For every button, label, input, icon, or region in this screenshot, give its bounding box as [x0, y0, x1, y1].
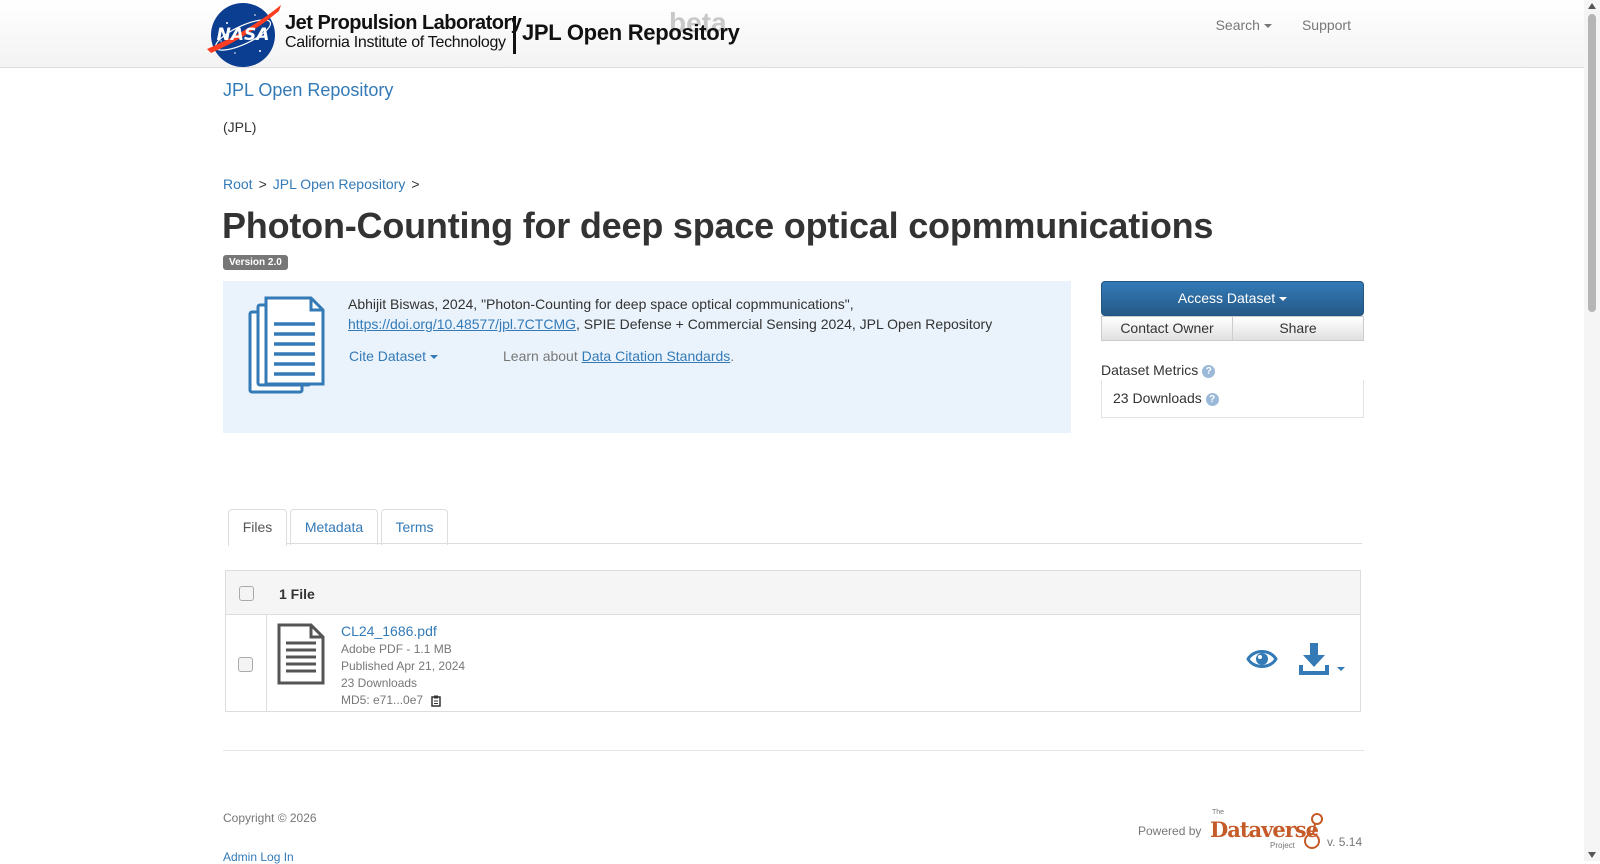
repo-name: JPL Open Repository [522, 20, 740, 45]
navbar: NASA Jet Propulsion Laboratory Californi… [0, 0, 1584, 68]
chevron-down-icon [1279, 297, 1288, 302]
logo-line2: California Institute of Technology [285, 34, 506, 51]
logo-divider [513, 16, 516, 54]
help-icon[interactable]: ? [1205, 392, 1219, 406]
files-table: 1 File CL24_1686.pdf Adobe PDF - 1.1 MB … [225, 570, 1361, 712]
select-all-checkbox[interactable] [239, 586, 254, 601]
nasa-meatball-icon: NASA [207, 3, 281, 67]
jpl-wordmark: Jet Propulsion Laboratory California Ins… [285, 12, 522, 52]
dataverse-logo-project: Project [1270, 841, 1295, 850]
tab-files[interactable]: Files [228, 509, 287, 546]
data-citation-standards-link[interactable]: Data Citation Standards [582, 348, 731, 364]
doi-link[interactable]: https://doi.org/10.48577/jpl.7CTCMG [348, 316, 576, 332]
app-version: v. 5.14 [1327, 835, 1363, 849]
citation-text: Abhijit Biswas, 2024, "Photon-Counting f… [348, 294, 1058, 334]
citation-suffix: , SPIE Defense + Commercial Sensing 2024… [576, 316, 993, 332]
cite-dataset-label: Cite Dataset [349, 348, 427, 364]
downloads-count: 23 Downloads [1113, 390, 1202, 406]
cite-dataset-button[interactable]: Cite Dataset [349, 348, 439, 364]
file-info: CL24_1686.pdf Adobe PDF - 1.1 MB Publish… [341, 621, 465, 709]
chevron-down-icon[interactable] [1337, 667, 1345, 671]
footer-divider [223, 750, 1364, 751]
files-table-header: 1 File [226, 571, 1360, 615]
powered-by-label: Powered by [1138, 824, 1202, 838]
citation-box: Abhijit Biswas, 2024, "Photon-Counting f… [223, 281, 1071, 433]
clipboard-icon[interactable] [431, 695, 441, 707]
chevron-down-icon [430, 355, 439, 360]
search-menu[interactable]: Search [1216, 17, 1272, 33]
search-menu-label: Search [1215, 17, 1260, 33]
file-md5-row: MD5: e71...0e7 [341, 692, 465, 709]
dataverse-affiliation: (JPL) [223, 119, 257, 135]
version-badge: Version 2.0 [223, 255, 288, 270]
access-dataset-label: Access Dataset [1177, 290, 1276, 306]
dataverse-title-link[interactable]: JPL Open Repository [223, 80, 393, 101]
row-divider [266, 615, 267, 711]
support-link[interactable]: Support [1302, 17, 1351, 33]
scrollbar-thumb[interactable] [1588, 14, 1596, 312]
learn-about-suffix: . [730, 348, 735, 364]
stacked-documents-icon [248, 296, 325, 394]
dataverse-logo[interactable]: The Dataverse Project [1210, 809, 1324, 851]
logo-line1: Jet Propulsion Laboratory [285, 12, 522, 34]
file-md5: MD5: e71...0e7 [341, 693, 424, 707]
scroll-down-arrow-icon[interactable] [1588, 852, 1596, 858]
svg-text:NASA: NASA [217, 25, 270, 45]
chevron-down-icon [1263, 24, 1272, 29]
breadcrumb-root[interactable]: Root [223, 176, 253, 192]
page-title: Photon-Counting for deep space optical c… [222, 205, 1214, 246]
learn-about-prefix: Learn about [503, 348, 582, 364]
scrollbar[interactable] [1584, 0, 1600, 861]
access-dataset-button[interactable]: Access Dataset [1101, 281, 1364, 316]
file-downloads: 23 Downloads [341, 676, 418, 690]
file-published-date: Published Apr 21, 2024 [341, 659, 466, 673]
learn-about-text: Learn about Data Citation Standards. [503, 348, 734, 364]
contact-owner-button[interactable]: Contact Owner [1101, 316, 1233, 341]
nav-links: Search Support [1216, 17, 1351, 33]
breadcrumb-separator: > [258, 176, 267, 192]
copyright: Copyright © 2026 [223, 811, 317, 825]
eye-icon[interactable] [1246, 643, 1278, 675]
download-icon[interactable] [1299, 641, 1329, 675]
file-count: 1 File [279, 586, 315, 602]
admin-login-link[interactable]: Admin Log In [223, 850, 294, 864]
dataset-action-buttons: Contact Owner Share [1101, 316, 1364, 341]
scroll-up-arrow-icon[interactable] [1588, 3, 1596, 9]
file-select-checkbox[interactable] [238, 657, 253, 672]
dataverse-rings-icon [1304, 813, 1323, 849]
file-type-size: Adobe PDF - 1.1 MB [341, 642, 452, 656]
dataverse-logo-word: Dataverse [1210, 817, 1319, 842]
share-button[interactable]: Share [1233, 316, 1364, 341]
dataset-metrics-label: Dataset Metrics? [1101, 362, 1216, 378]
citation-prefix: Abhijit Biswas, 2024, "Photon-Counting f… [348, 296, 854, 312]
dataset-metrics-text: Dataset Metrics [1101, 362, 1199, 378]
tab-metadata[interactable]: Metadata [290, 509, 378, 545]
breadcrumb-separator: > [411, 176, 420, 192]
dataset-tabs: Files Metadata Terms [228, 509, 1362, 546]
metrics-box: 23 Downloads? [1101, 380, 1364, 418]
file-name-link[interactable]: CL24_1686.pdf [341, 621, 465, 641]
document-icon [277, 623, 325, 685]
table-row: CL24_1686.pdf Adobe PDF - 1.1 MB Publish… [226, 615, 1360, 711]
tab-terms[interactable]: Terms [381, 509, 448, 545]
breadcrumb: Root > JPL Open Repository > [223, 176, 426, 192]
help-icon[interactable]: ? [1202, 364, 1216, 378]
breadcrumb-jpl-open-repository[interactable]: JPL Open Repository [273, 176, 406, 192]
dataverse-logo-the: The [1212, 809, 1225, 816]
